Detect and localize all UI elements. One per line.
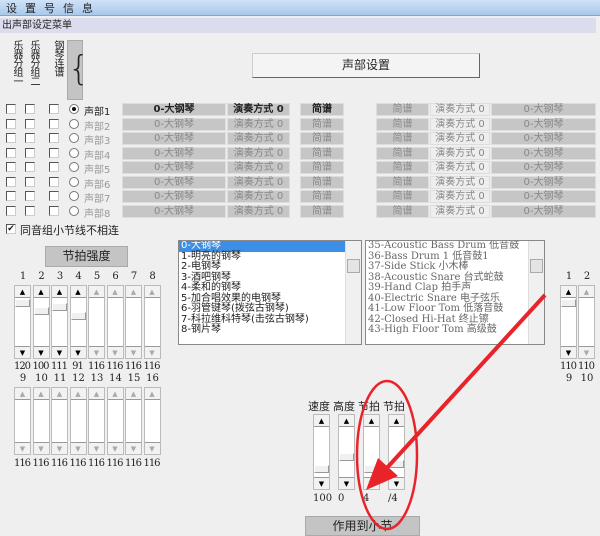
- annotation-arrow: [383, 293, 547, 472]
- highlight-ellipse: [355, 379, 419, 531]
- annotation-overlay: [355, 293, 547, 531]
